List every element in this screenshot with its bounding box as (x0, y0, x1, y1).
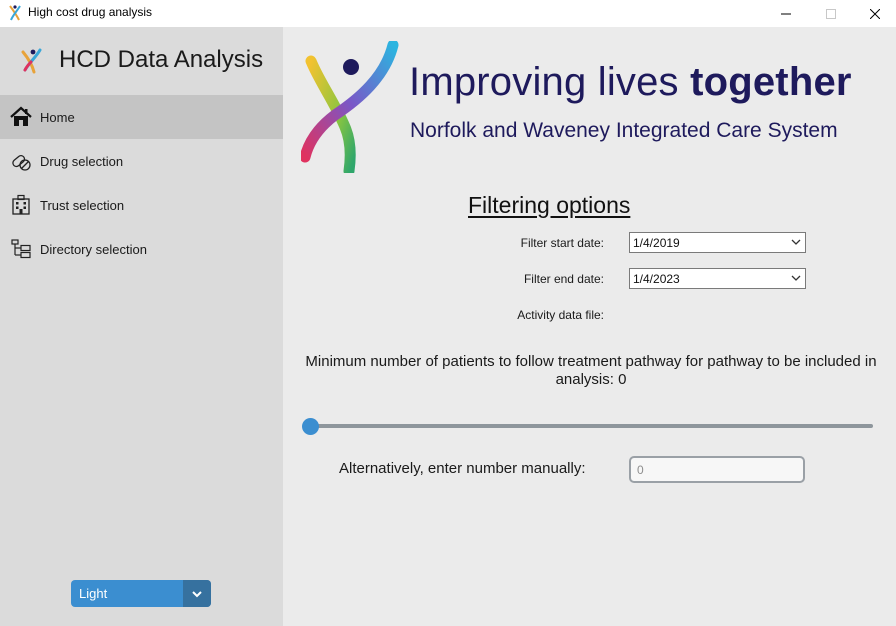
ics-logo-icon (301, 41, 399, 173)
sidebar-item-label: Directory selection (40, 242, 147, 257)
chevron-down-icon (192, 590, 202, 597)
app-brand-title: HCD Data Analysis (59, 46, 264, 73)
chevron-down-icon[interactable] (790, 236, 802, 248)
banner-slogan: Improving lives together (409, 60, 852, 105)
end-date-value: 1/4/2023 (633, 272, 680, 286)
manual-entry-placeholder: 0 (637, 463, 644, 477)
window-title: High cost drug analysis (28, 5, 153, 19)
start-date-picker[interactable]: 1/4/2019 (629, 232, 806, 253)
manual-entry-label: Alternatively, enter number manually: (339, 460, 586, 477)
min-patients-slider-handle[interactable] (302, 418, 319, 435)
chevron-down-icon[interactable] (790, 272, 802, 284)
app-logo-icon (21, 48, 42, 74)
folder-tree-icon (11, 239, 31, 259)
sidebar-item-label: Trust selection (40, 198, 125, 213)
sidebar-item-trust-selection[interactable]: Trust selection (0, 183, 283, 227)
sidebar: HCD Data Analysis Home Drug selection Tr… (0, 27, 283, 626)
min-patients-slider-track[interactable] (310, 424, 873, 428)
app-logo-icon (9, 5, 21, 21)
main-panel: Improving lives together Norfolk and Wav… (283, 27, 896, 626)
slogan-bold: together (690, 60, 852, 104)
end-date-label: Filter end date: (523, 272, 604, 286)
min-patients-description: Minimum number of patients to follow tre… (305, 353, 877, 388)
end-date-picker[interactable]: 1/4/2023 (629, 268, 806, 289)
window-titlebar: High cost drug analysis (0, 0, 896, 27)
hospital-icon (12, 194, 30, 215)
manual-entry-input[interactable]: 0 (629, 456, 805, 483)
sidebar-item-home[interactable]: Home (0, 95, 283, 139)
slogan-regular: Improving lives (409, 60, 691, 104)
minimize-icon (781, 13, 791, 14)
appearance-mode-value: Light (79, 586, 108, 601)
close-icon (870, 8, 880, 19)
start-date-label: Filter start date: (520, 236, 604, 250)
activity-file-label: Activity data file: (517, 308, 604, 322)
dropdown-toggle[interactable] (183, 580, 211, 607)
section-title: Filtering options (468, 192, 631, 218)
home-icon (10, 106, 32, 126)
start-date-value: 1/4/2019 (633, 236, 680, 250)
sidebar-item-label: Home (40, 110, 75, 125)
maximize-icon (826, 8, 836, 19)
pills-icon (12, 154, 31, 171)
close-button[interactable] (852, 0, 896, 27)
sidebar-item-label: Drug selection (40, 154, 124, 169)
sidebar-item-drug-selection[interactable]: Drug selection (0, 139, 283, 183)
appearance-mode-dropdown[interactable]: Light (71, 580, 211, 607)
minimize-button[interactable] (763, 0, 809, 27)
maximize-button[interactable] (808, 0, 854, 27)
sidebar-item-directory-selection[interactable]: Directory selection (0, 227, 283, 271)
organisation-name: Norfolk and Waveney Integrated Care Syst… (410, 119, 838, 142)
